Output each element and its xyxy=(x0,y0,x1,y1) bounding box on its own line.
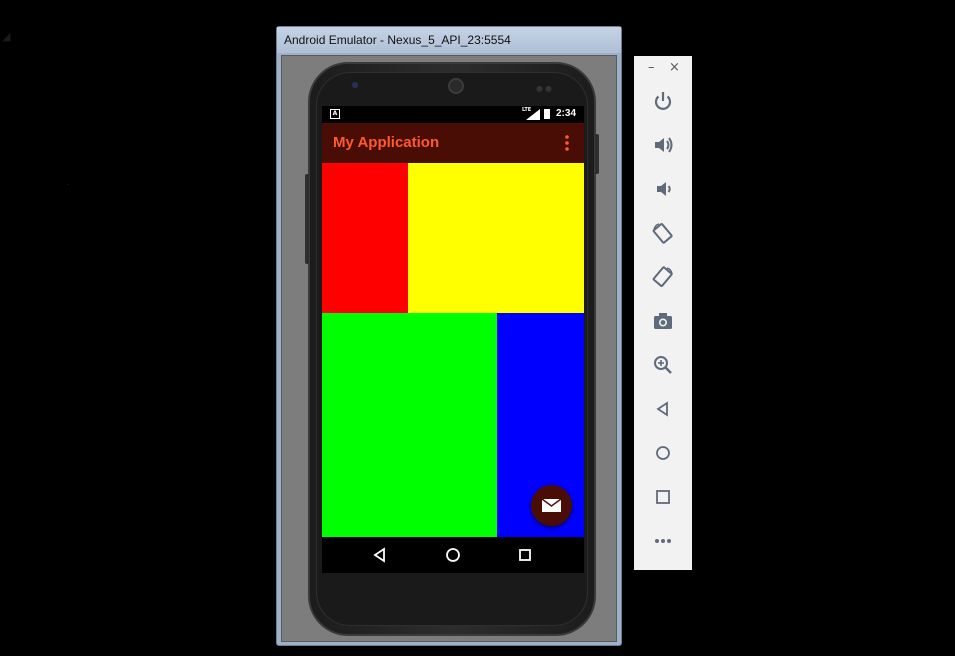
zoom-icon[interactable] xyxy=(651,353,675,377)
volume-up-icon[interactable] xyxy=(651,133,675,157)
emulator-toolbar: – × xyxy=(634,56,692,570)
rotate-right-icon[interactable] xyxy=(651,265,675,289)
email-icon xyxy=(541,498,562,512)
app-bar: My Application xyxy=(322,123,584,163)
app-title: My Application xyxy=(333,134,440,151)
window-title[interactable]: Android Emulator - Nexus_5_API_23:5554 xyxy=(277,27,621,53)
back-icon[interactable] xyxy=(651,397,675,421)
rotate-left-icon[interactable] xyxy=(651,221,675,245)
emulator-window: Android Emulator - Nexus_5_API_23:5554 ●… xyxy=(276,26,622,646)
status-time: 2:34 xyxy=(556,108,577,119)
navigation-bar xyxy=(322,537,584,573)
more-icon[interactable] xyxy=(651,529,675,553)
volume-rocker xyxy=(305,174,309,264)
back-icon[interactable] xyxy=(370,545,390,565)
camera-icon[interactable] xyxy=(651,309,675,333)
battery-icon xyxy=(544,109,550,119)
power-key xyxy=(595,134,599,174)
desktop-artifact: · xyxy=(66,178,70,191)
network-label: LTE xyxy=(522,107,532,113)
power-icon[interactable] xyxy=(651,89,675,113)
close-button[interactable]: × xyxy=(669,60,680,75)
sensor-dots: ●● xyxy=(536,84,554,93)
green-block xyxy=(322,313,497,537)
front-camera xyxy=(352,82,358,88)
email-fab[interactable] xyxy=(531,485,572,526)
content-area xyxy=(322,163,584,537)
yellow-block xyxy=(408,163,584,313)
home-icon[interactable] xyxy=(651,441,675,465)
minimize-button[interactable]: – xyxy=(648,60,655,75)
red-block xyxy=(322,163,408,313)
phone-body: ●● A LTE 2:34 My Application xyxy=(305,62,599,636)
overflow-menu-icon[interactable] xyxy=(562,134,572,152)
desktop-artifact: ◢ xyxy=(2,30,11,43)
status-bar: A LTE 2:34 xyxy=(322,106,584,123)
emulator-frame: ●● A LTE 2:34 My Application xyxy=(281,55,617,642)
home-icon[interactable] xyxy=(443,545,463,565)
overview-icon[interactable] xyxy=(651,485,675,509)
notification-icon: A xyxy=(330,109,340,119)
device-screen[interactable]: A LTE 2:34 My Application xyxy=(322,106,584,573)
earpiece xyxy=(448,78,464,94)
recents-icon[interactable] xyxy=(515,545,535,565)
volume-down-icon[interactable] xyxy=(651,177,675,201)
